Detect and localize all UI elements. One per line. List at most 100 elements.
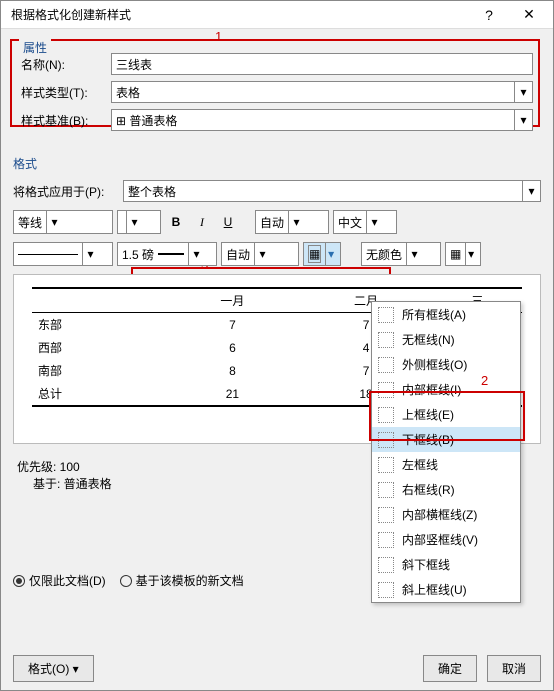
border-option-icon — [378, 457, 394, 473]
annotation-2: 2 — [481, 373, 488, 388]
font-color-value: 自动 — [260, 214, 284, 231]
border-menu-item[interactable]: 上框线(E) — [372, 402, 520, 427]
dialog-body: 1 属性 名称(N): 样式类型(T): 表格 ▾ 样式基准(B): — [1, 29, 553, 605]
border-picker-button[interactable]: ▦ ▾ — [303, 242, 341, 266]
titlebar: 根据格式化创建新样式 ? ✕ — [1, 1, 553, 29]
border-menu-label: 右框线(R) — [402, 481, 455, 498]
radio-this-doc[interactable]: 仅限此文档(D) — [13, 572, 106, 589]
group-properties-label: 属性 — [19, 39, 51, 56]
chevron-down-icon: ▾ — [514, 82, 532, 102]
border-menu-label: 上框线(E) — [402, 406, 454, 423]
border-menu-label: 内部横框线(Z) — [402, 506, 477, 523]
type-label: 样式类型(T): — [21, 84, 111, 101]
font-family-value: 等线 — [18, 214, 42, 231]
border-option-icon — [378, 357, 394, 373]
border-menu-label: 所有框线(A) — [402, 306, 466, 323]
based-combo[interactable]: ⊞ 普通表格 ▾ — [111, 109, 533, 131]
table-cell: 东部 — [32, 313, 166, 337]
footer: 格式(O) 确定 取消 — [13, 655, 541, 682]
table-cell: 7 — [166, 313, 300, 337]
table-cell: 6 — [166, 336, 300, 359]
chevron-down-icon: ▾ — [126, 211, 142, 233]
underline-button[interactable]: U — [217, 211, 239, 233]
border-option-icon — [378, 332, 394, 348]
chevron-down-icon: ▾ — [465, 243, 476, 265]
bold-button[interactable]: B — [165, 211, 187, 233]
border-option-icon — [378, 307, 394, 323]
border-menu-item[interactable]: 下框线(B) — [372, 427, 520, 452]
border-option-icon — [378, 507, 394, 523]
border-menu-item[interactable]: 内部框线(I) — [372, 377, 520, 402]
radio-template[interactable]: 基于该模板的新文档 — [120, 572, 244, 589]
apply-combo[interactable]: 整个表格 ▾ — [123, 180, 541, 202]
chevron-down-icon: ▾ — [288, 211, 304, 233]
dialog-root: 根据格式化创建新样式 ? ✕ 1 属性 名称(N): 样式类型(T): 表格 ▾ — [0, 0, 554, 691]
chevron-down-icon: ▾ — [514, 110, 532, 130]
col-h1: 一月 — [166, 288, 300, 313]
line-style-combo[interactable]: ▾ — [13, 242, 113, 266]
apply-label: 将格式应用于(P): — [13, 183, 123, 200]
chevron-down-icon: ▾ — [46, 211, 62, 233]
border-menu-label: 斜上框线(U) — [402, 581, 467, 598]
border-menu-label: 下框线(B) — [402, 431, 454, 448]
chevron-down-icon: ▾ — [406, 243, 422, 265]
format-menu-button[interactable]: 格式(O) — [13, 655, 94, 682]
border-menu-label: 左框线 — [402, 456, 438, 473]
based-value: ⊞ 普通表格 — [116, 112, 177, 129]
border-icon: ▦ — [308, 245, 321, 263]
line-weight-preview — [158, 253, 184, 255]
border-menu-item[interactable]: 内部竖框线(V) — [372, 527, 520, 552]
chevron-down-icon: ▾ — [82, 243, 98, 265]
col-h0 — [32, 288, 166, 313]
extra-button[interactable]: ▦ ▾ — [445, 242, 481, 266]
border-option-icon — [378, 432, 394, 448]
border-dropdown: 所有框线(A) 无框线(N)外侧框线(O) 内部框线(I) 上框线(E) 下框线(B) 左… — [371, 301, 521, 603]
ok-button[interactable]: 确定 — [423, 655, 477, 682]
border-option-icon — [378, 407, 394, 423]
radio-template-label: 基于该模板的新文档 — [136, 572, 244, 589]
border-option-icon — [378, 557, 394, 573]
close-button[interactable]: ✕ — [509, 2, 549, 28]
border-menu-item[interactable]: 斜下框线 — [372, 552, 520, 577]
group-properties: 属性 名称(N): 样式类型(T): 表格 ▾ 样式基准(B): ⊞ — [13, 43, 541, 145]
border-option-icon — [378, 582, 394, 598]
type-value: 表格 — [116, 84, 140, 101]
group-format-label: 格式 — [13, 155, 541, 172]
chevron-down-icon: ▾ — [188, 243, 204, 265]
radio-icon — [120, 575, 132, 587]
line-color-combo[interactable]: 自动 ▾ — [221, 242, 299, 266]
dialog-title: 根据格式化创建新样式 — [5, 6, 469, 23]
line-weight-combo[interactable]: 1.5 磅 ▾ — [117, 242, 217, 266]
script-value: 中文 — [338, 214, 362, 231]
border-option-icon — [378, 382, 394, 398]
name-input[interactable] — [111, 53, 533, 75]
script-combo[interactable]: 中文 ▾ — [333, 210, 397, 234]
type-combo[interactable]: 表格 ▾ — [111, 81, 533, 103]
chevron-down-icon: ▾ — [366, 211, 382, 233]
table-cell: 南部 — [32, 359, 166, 382]
table-cell: 西部 — [32, 336, 166, 359]
apply-value: 整个表格 — [128, 183, 176, 200]
fill-color-combo[interactable]: 无颜色 ▾ — [361, 242, 441, 266]
border-menu-item[interactable]: 内部横框线(Z) — [372, 502, 520, 527]
font-color-combo[interactable]: 自动 ▾ — [255, 210, 329, 234]
font-size-combo[interactable]: ▾ — [117, 210, 161, 234]
chevron-down-icon: ▾ — [325, 243, 336, 265]
help-button[interactable]: ? — [469, 2, 509, 28]
border-menu-item[interactable]: 无框线(N) — [372, 327, 520, 352]
border-menu-item[interactable]: 斜上框线(U) — [372, 577, 520, 602]
border-menu-label: 内部框线(I) — [402, 381, 461, 398]
name-label: 名称(N): — [21, 56, 111, 73]
annotation-1: 1 — [215, 29, 222, 44]
border-menu-item[interactable]: 所有框线(A) — [372, 302, 520, 327]
border-menu-item[interactable]: 左框线 — [372, 452, 520, 477]
radio-icon — [13, 575, 25, 587]
border-option-icon — [378, 532, 394, 548]
font-family-combo[interactable]: 等线 ▾ — [13, 210, 113, 234]
border-menu-item[interactable]: 外侧框线(O) — [372, 352, 520, 377]
cancel-button[interactable]: 取消 — [487, 655, 541, 682]
italic-button[interactable]: I — [191, 211, 213, 233]
radio-this-doc-label: 仅限此文档(D) — [29, 572, 106, 589]
border-menu-item[interactable]: 右框线(R) — [372, 477, 520, 502]
chevron-down-icon: ▾ — [522, 181, 540, 201]
